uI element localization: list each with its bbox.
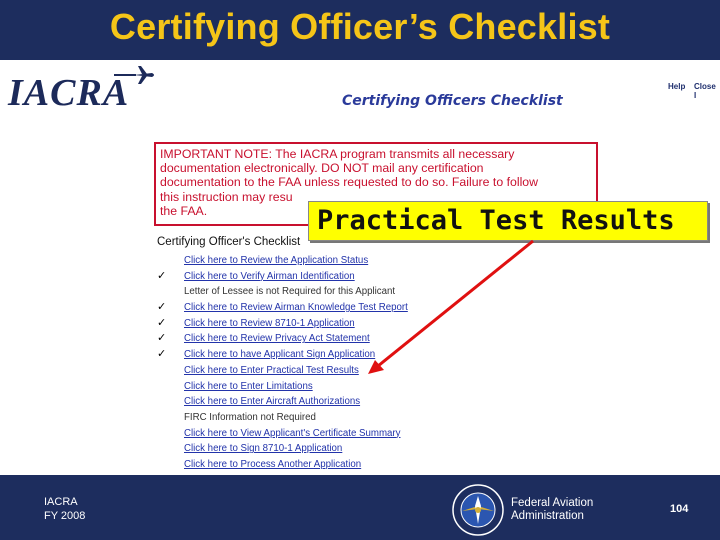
notice-line: documentation electronically. DO NOT mai… bbox=[160, 161, 484, 176]
footer-bar bbox=[0, 475, 720, 540]
checklist-row: Letter of Lessee is not Required for thi… bbox=[157, 284, 457, 300]
agency-line-2: Administration bbox=[511, 509, 584, 522]
checklist-row[interactable]: Click here to Enter Limitations bbox=[157, 379, 457, 395]
footer-program: IACRA FY 2008 bbox=[44, 495, 85, 523]
checklist-row[interactable]: ✓ Click here to Review 8710-1 Application bbox=[157, 316, 457, 332]
checklist-link[interactable]: Click here to have Applicant Sign Applic… bbox=[184, 348, 375, 361]
agency-name: Federal Aviation Administration bbox=[511, 497, 593, 522]
faa-seal-icon bbox=[452, 484, 504, 536]
checklist-link[interactable]: Click here to Review the Application Sta… bbox=[184, 254, 368, 267]
logo-text: IACRA bbox=[8, 72, 130, 114]
checklist-row[interactable]: ✓ Click here to Review Airman Knowledge T… bbox=[157, 300, 457, 316]
checklist-row[interactable]: Click here to View Applicant's Certifica… bbox=[157, 426, 457, 442]
checklist-link[interactable]: Click here to Review Airman Knowledge Te… bbox=[184, 301, 408, 314]
checkmark-icon: ✓ bbox=[157, 316, 167, 329]
footer-program-name: IACRA bbox=[44, 496, 78, 508]
checkmark-icon: ✓ bbox=[157, 348, 167, 361]
checkmark-icon: ✓ bbox=[157, 269, 167, 282]
callout-box: Practical Test Results bbox=[308, 201, 708, 241]
checklist-link[interactable]: Click here to Enter Limitations bbox=[184, 380, 313, 393]
checklist-row[interactable]: Click here to Process Another Applicatio… bbox=[157, 457, 457, 473]
agency-line-1: Federal Aviation bbox=[511, 497, 594, 509]
help-link[interactable]: Help bbox=[668, 82, 685, 91]
checklist-link[interactable]: Click here to Process Another Applicatio… bbox=[184, 458, 361, 471]
notice-line: IMPORTANT NOTE: The IACRA program transm… bbox=[160, 147, 515, 161]
checklist: Click here to Review the Application Sta… bbox=[157, 253, 457, 473]
checklist-label: Certifying Officer's Checklist bbox=[157, 236, 301, 248]
checklist-link[interactable]: Click here to Verify Airman Identificati… bbox=[184, 270, 355, 283]
iacra-screenshot: IACRA Help Close I Certifying Officers C… bbox=[0, 60, 720, 475]
checklist-link[interactable]: Click here to Review 8710-1 Application bbox=[184, 317, 355, 330]
callout-text: Practical Test Results bbox=[317, 205, 675, 236]
checklist-row[interactable]: ✓ Click here to have Applicant Sign Appli… bbox=[157, 347, 457, 363]
iacra-logo: IACRA bbox=[4, 64, 154, 114]
checklist-text: Letter of Lessee is not Required for thi… bbox=[184, 286, 396, 298]
checklist-link[interactable]: Click here to View Applicant's Certifica… bbox=[184, 427, 401, 440]
checklist-link[interactable]: Click here to Enter Practical Test Resul… bbox=[184, 364, 359, 377]
checklist-link[interactable]: Click here to Sign 8710-1 Application bbox=[184, 442, 342, 455]
checklist-row[interactable]: Click here to Review the Application Sta… bbox=[157, 253, 457, 269]
checklist-row[interactable]: ✓ Click here to Review Privacy Act Statem… bbox=[157, 331, 457, 347]
checklist-row: FIRC Information not Required bbox=[157, 410, 457, 426]
checklist-row[interactable]: Click here to Enter Practical Test Resul… bbox=[157, 363, 457, 379]
airplane-icon bbox=[114, 66, 154, 84]
checklist-row[interactable]: Click here to Sign 8710-1 Application bbox=[157, 441, 457, 457]
footer-fiscal-year: FY 2008 bbox=[44, 510, 86, 522]
notice-line: documentation to the FAA unless requeste… bbox=[160, 175, 539, 190]
checkmark-icon: ✓ bbox=[157, 332, 167, 345]
checkmark-icon: ✓ bbox=[157, 301, 167, 314]
page-number: 104 bbox=[670, 503, 689, 515]
slide-title: Certifying Officer’s Checklist bbox=[109, 6, 611, 47]
checklist-text: FIRC Information not Required bbox=[184, 411, 316, 423]
checklist-link[interactable]: Click here to Review Privacy Act Stateme… bbox=[184, 332, 370, 345]
page-heading: Certifying Officers Checklist bbox=[342, 93, 563, 109]
close-link[interactable]: Close I bbox=[694, 82, 720, 100]
checklist-link[interactable]: Click here to Enter Aircraft Authorizati… bbox=[184, 395, 360, 408]
checklist-row[interactable]: ✓ Click here to Verify Airman Identificat… bbox=[157, 269, 457, 285]
checklist-row[interactable]: Click here to Enter Aircraft Authorizati… bbox=[157, 394, 457, 410]
